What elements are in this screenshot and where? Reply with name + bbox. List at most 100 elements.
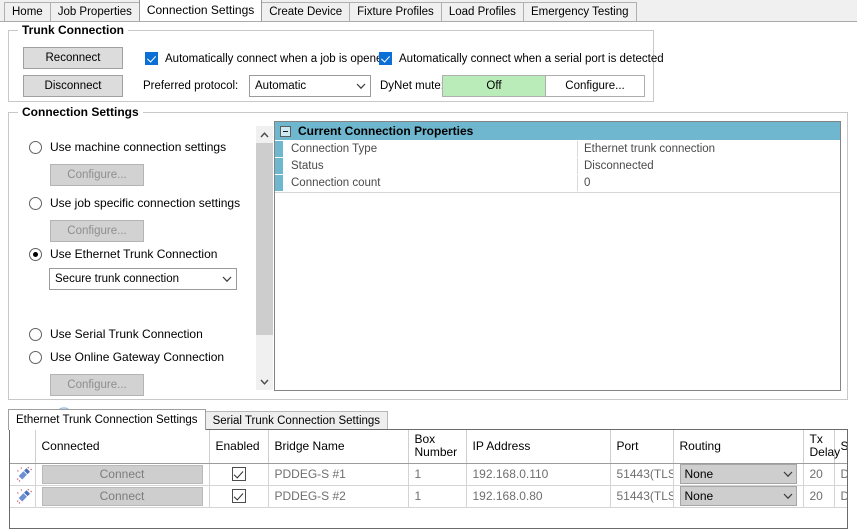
chevron-down-icon xyxy=(780,489,796,503)
network-plug-icon xyxy=(16,466,32,482)
radio-use-ethernet-trunk-connection[interactable]: Use Ethernet Trunk Connection xyxy=(29,247,217,261)
ip-address-cell[interactable]: 192.168.0.110 xyxy=(466,463,611,486)
current-connection-properties-panel: Current Connection Properties Connection… xyxy=(274,121,841,391)
tab-home[interactable]: Home xyxy=(4,2,51,21)
configure-online-gateway-button[interactable]: Configure... xyxy=(50,374,144,396)
tab-load-profiles[interactable]: Load Profiles xyxy=(440,2,524,21)
enabled-checkbox[interactable] xyxy=(231,467,246,482)
checkbox-box xyxy=(145,52,158,65)
connect-button[interactable]: Connect xyxy=(41,486,203,506)
property-name: Status xyxy=(283,158,577,174)
trunk-connection-title: Trunk Connection xyxy=(18,23,128,37)
dynet-mute-status-button[interactable]: Off xyxy=(442,75,546,97)
properties-empty-area xyxy=(275,192,840,390)
row-status-icon-cell xyxy=(10,463,36,486)
col-header-box-number[interactable]: Box Number xyxy=(408,430,467,464)
dynet-configure-button[interactable]: Configure... xyxy=(545,75,645,97)
s-cell[interactable]: D. xyxy=(834,463,847,486)
chevron-down-icon xyxy=(352,83,370,90)
bridge-name-cell[interactable]: PDDEG-S #2 xyxy=(268,485,409,508)
configure-job-specific-settings-button[interactable]: Configure... xyxy=(50,220,144,242)
dynet-mute-label: DyNet mute: xyxy=(380,80,444,92)
properties-header-title: Current Connection Properties xyxy=(298,124,474,138)
collapse-expander-icon[interactable] xyxy=(280,125,291,137)
routing-select[interactable]: None xyxy=(679,464,797,484)
ethernet-trunk-mode-select[interactable]: Secure trunk connection xyxy=(49,268,237,290)
ip-address-cell[interactable]: 192.168.0.80 xyxy=(466,485,611,508)
tab-serial-trunk-connection-settings[interactable]: Serial Trunk Connection Settings xyxy=(204,411,389,430)
enabled-cell[interactable] xyxy=(209,463,269,486)
radio-circle xyxy=(29,247,42,261)
port-cell[interactable]: 51443(TLS) xyxy=(610,485,674,508)
tab-job-properties[interactable]: Job Properties xyxy=(49,2,140,21)
box-number-cell[interactable]: 1 xyxy=(408,485,467,508)
ethernet-trunk-mode-value: Secure trunk connection xyxy=(55,273,180,285)
routing-cell[interactable]: None xyxy=(673,463,804,486)
property-row: Connection Type Ethernet trunk connectio… xyxy=(275,141,840,158)
tab-emergency-testing[interactable]: Emergency Testing xyxy=(522,2,637,21)
radio-label: Use job specific connection settings xyxy=(50,196,241,210)
tx-delay-cell[interactable]: 20 xyxy=(803,485,835,508)
radio-label: Use Ethernet Trunk Connection xyxy=(50,247,218,261)
col-header-bridge-name[interactable]: Bridge Name xyxy=(268,430,409,464)
s-cell[interactable]: D. xyxy=(834,485,847,508)
tx-delay-cell[interactable]: 20 xyxy=(803,463,835,486)
connection-settings-title: Connection Settings xyxy=(18,105,143,119)
radio-label: Use machine connection settings xyxy=(50,140,227,154)
properties-header-row[interactable]: Current Connection Properties xyxy=(275,122,840,141)
property-value: 0 xyxy=(577,175,840,191)
connect-cell[interactable]: Connect xyxy=(35,485,210,508)
radio-use-job-specific-connection-settings[interactable]: Use job specific connection settings xyxy=(29,196,240,210)
auto-connect-on-job-open-checkbox[interactable]: Automatically connect when a job is open… xyxy=(145,52,389,65)
radio-use-machine-connection-settings[interactable]: Use machine connection settings xyxy=(29,140,226,154)
property-value: Disconnected xyxy=(577,158,840,174)
row-status-icon-cell xyxy=(10,485,36,508)
configure-machine-settings-button[interactable]: Configure... xyxy=(50,164,144,186)
enabled-checkbox[interactable] xyxy=(231,489,246,504)
scrollbar-thumb[interactable] xyxy=(256,143,273,335)
tab-ethernet-trunk-connection-settings[interactable]: Ethernet Trunk Connection Settings xyxy=(8,409,206,430)
connection-settings-scrollbar[interactable] xyxy=(256,126,273,390)
reconnect-button[interactable]: Reconnect xyxy=(23,47,123,69)
tab-connection-settings[interactable]: Connection Settings xyxy=(138,0,263,21)
preferred-protocol-label: Preferred protocol: xyxy=(143,80,239,92)
port-cell[interactable]: 51443(TLS) xyxy=(610,463,674,486)
table-row[interactable]: Connect PDDEG-S #1 1 192.168.0.110 51443… xyxy=(10,463,847,486)
radio-label: Use Serial Trunk Connection xyxy=(50,327,203,341)
routing-value: None xyxy=(684,489,714,503)
scroll-down-arrow-icon[interactable] xyxy=(256,373,273,390)
main-tabstrip: Home Job Properties Connection Settings … xyxy=(0,0,857,22)
routing-select[interactable]: None xyxy=(679,486,797,506)
table-row[interactable]: Connect PDDEG-S #2 1 192.168.0.80 51443(… xyxy=(10,485,847,508)
disconnect-button[interactable]: Disconnect xyxy=(23,75,123,97)
chevron-down-icon xyxy=(218,276,236,283)
tab-fixture-profiles[interactable]: Fixture Profiles xyxy=(349,2,442,21)
bridge-name-cell[interactable]: PDDEG-S #1 xyxy=(268,463,409,486)
preferred-protocol-value: Automatic xyxy=(255,80,307,92)
col-header-icon[interactable] xyxy=(10,430,36,464)
col-header-port[interactable]: Port xyxy=(610,430,674,464)
radio-label: Use Online Gateway Connection xyxy=(50,350,225,364)
radio-use-serial-trunk-connection[interactable]: Use Serial Trunk Connection xyxy=(29,327,203,341)
col-header-ip-address[interactable]: IP Address xyxy=(466,430,611,464)
col-header-tx-delay[interactable]: Tx Delay xyxy=(803,430,840,464)
radio-circle xyxy=(29,350,42,364)
auto-connect-on-serial-detect-checkbox[interactable]: Automatically connect when a serial port… xyxy=(379,52,664,65)
property-row: Connection count 0 xyxy=(275,175,840,192)
tab-create-device[interactable]: Create Device xyxy=(261,2,351,21)
col-header-connected[interactable]: Connected xyxy=(35,430,210,464)
radio-use-online-gateway-connection[interactable]: Use Online Gateway Connection xyxy=(29,350,224,364)
col-header-routing[interactable]: Routing xyxy=(673,430,804,464)
property-row: Status Disconnected xyxy=(275,158,840,175)
network-plug-icon xyxy=(16,488,32,504)
enabled-cell[interactable] xyxy=(209,485,269,508)
routing-cell[interactable]: None xyxy=(673,485,804,508)
table-header-row: Connected Enabled Bridge Name Box Number… xyxy=(10,430,847,464)
preferred-protocol-select[interactable]: Automatic xyxy=(249,75,371,97)
box-number-cell[interactable]: 1 xyxy=(408,463,467,486)
scroll-up-arrow-icon[interactable] xyxy=(256,126,273,143)
radio-circle xyxy=(29,196,42,210)
col-header-enabled[interactable]: Enabled xyxy=(209,430,269,464)
connect-button[interactable]: Connect xyxy=(41,464,203,484)
connect-cell[interactable]: Connect xyxy=(35,463,210,486)
